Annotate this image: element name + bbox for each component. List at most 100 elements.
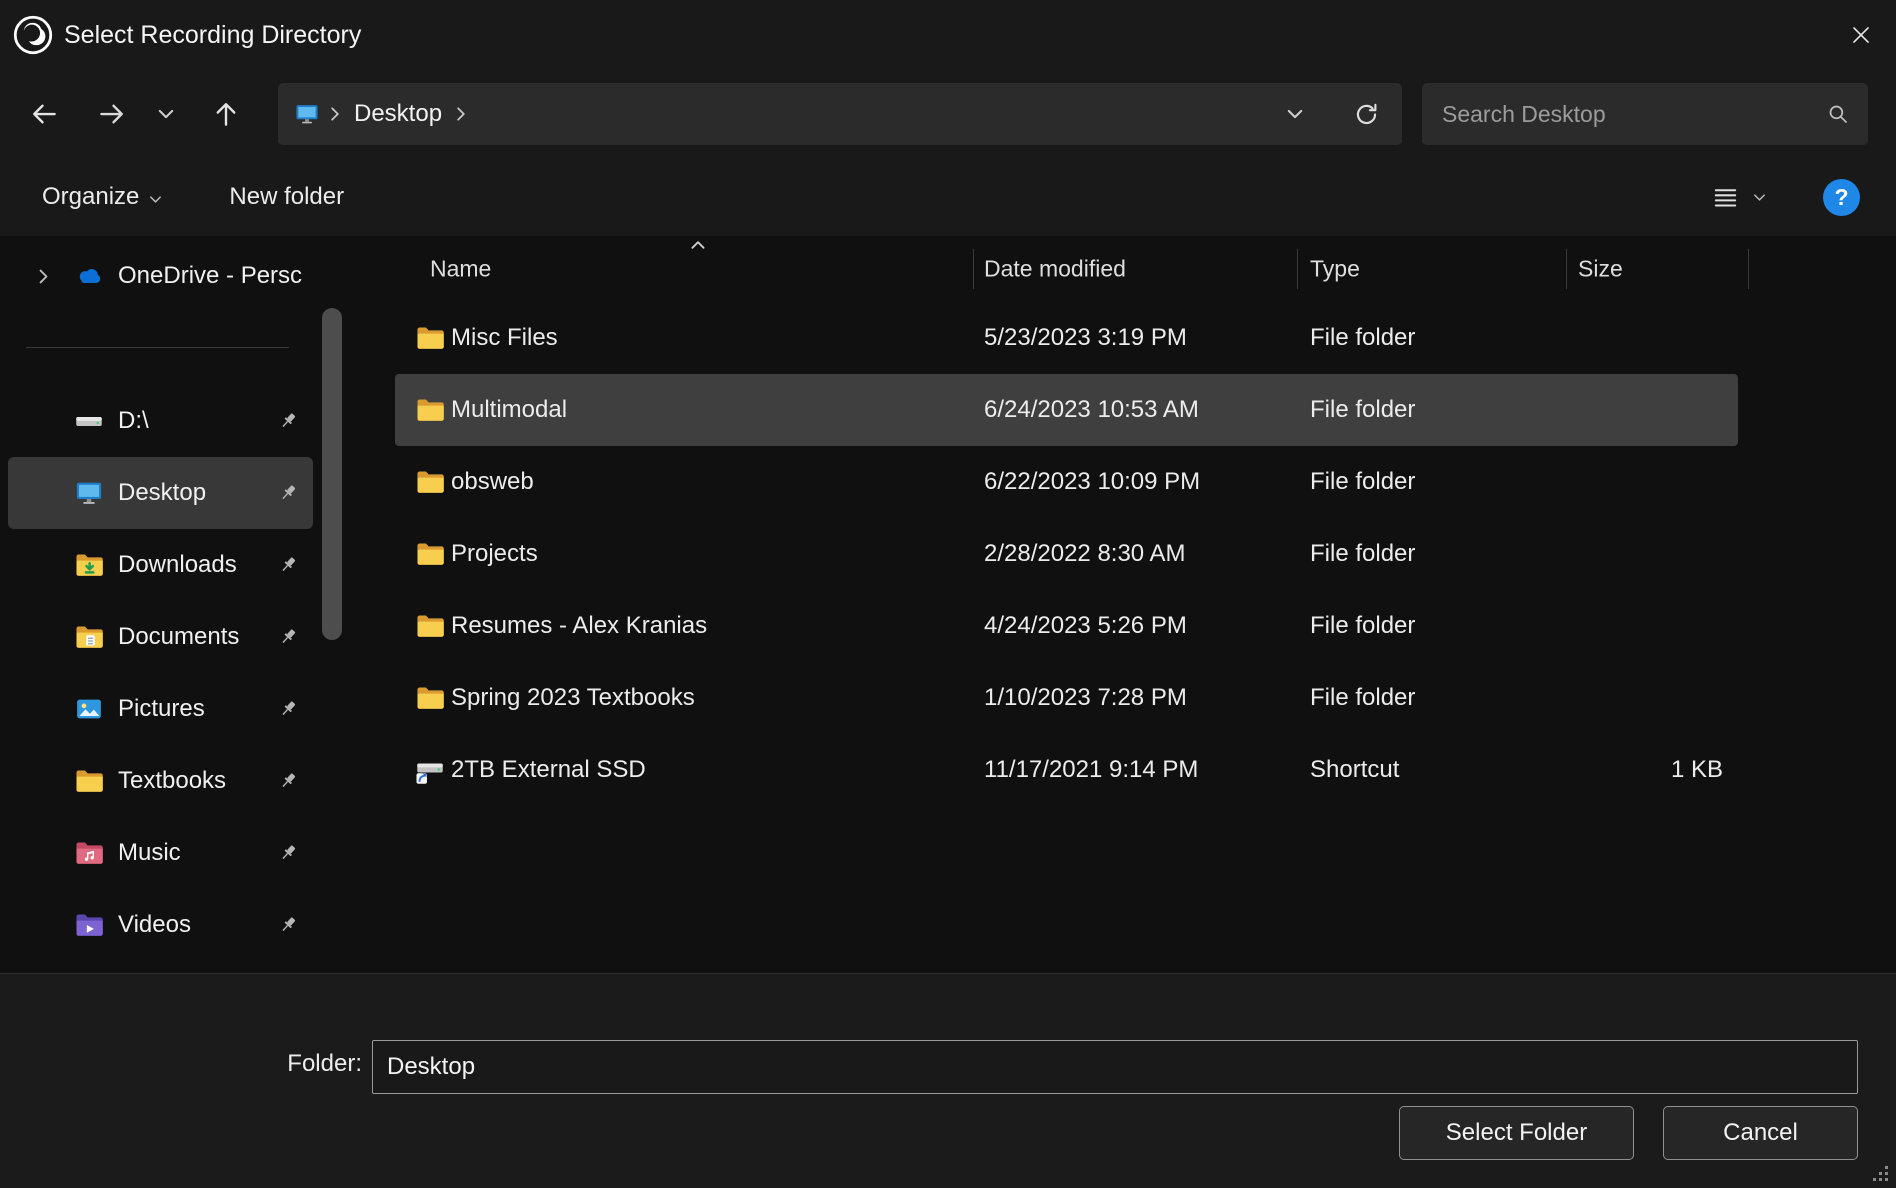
file-type: File folder xyxy=(1310,396,1415,424)
column-divider[interactable] xyxy=(1748,249,1749,289)
resize-grip[interactable] xyxy=(1871,1164,1891,1184)
drive-shortcut-icon xyxy=(415,755,445,785)
file-row-obsweb[interactable]: obsweb 6/22/2023 10:09 PM File folder xyxy=(395,446,1738,518)
column-header-type[interactable]: Type xyxy=(1310,256,1360,283)
recent-locations-button[interactable] xyxy=(148,86,184,142)
file-row-projects[interactable]: Projects 2/28/2022 8:30 AM File folder xyxy=(395,518,1738,590)
dialog-footer: Folder: Select Folder Cancel xyxy=(0,973,1896,1188)
dialog-content: OneDrive - Persc D:\ Desktop Downloads xyxy=(0,236,1896,973)
file-rows: Misc Files 5/23/2023 3:19 PM File folder… xyxy=(395,302,1738,806)
pin-icon[interactable] xyxy=(277,698,299,720)
column-divider[interactable] xyxy=(973,249,974,289)
pin-icon[interactable] xyxy=(277,626,299,648)
file-date-modified: 11/17/2021 9:14 PM xyxy=(984,756,1198,784)
search-icon[interactable] xyxy=(1826,102,1850,126)
toolbar-right-group: ? xyxy=(1711,179,1860,216)
column-header-date-modified[interactable]: Date modified xyxy=(984,256,1126,283)
pin-icon[interactable] xyxy=(277,482,299,504)
drive-icon xyxy=(74,406,104,436)
refresh-icon xyxy=(1353,101,1380,128)
cancel-button[interactable]: Cancel xyxy=(1663,1106,1858,1160)
pin-icon[interactable] xyxy=(277,842,299,864)
breadcrumb-desktop[interactable]: Desktop xyxy=(350,100,446,128)
sidebar-separator xyxy=(26,347,289,348)
sidebar-item-onedrive[interactable]: OneDrive - Persc xyxy=(8,240,313,312)
file-name: Misc Files xyxy=(451,324,558,352)
up-button[interactable] xyxy=(198,86,254,142)
command-toolbar: Organize New folder ? xyxy=(0,158,1896,236)
address-bar[interactable]: Desktop xyxy=(278,83,1402,145)
sidebar-item-d-drive[interactable]: D:\ xyxy=(8,385,313,457)
pin-icon[interactable] xyxy=(277,914,299,936)
column-header-name[interactable]: Name xyxy=(430,256,491,283)
sidebar-item-label: Downloads xyxy=(118,551,237,579)
sidebar-scrollbar[interactable] xyxy=(322,308,342,640)
navigation-pane: OneDrive - Persc D:\ Desktop Downloads xyxy=(0,236,359,973)
column-header-size[interactable]: Size xyxy=(1578,256,1623,283)
desktop-icon xyxy=(74,478,104,508)
sidebar-item-label: Videos xyxy=(118,911,191,939)
file-type: File folder xyxy=(1310,540,1415,568)
sidebar-item-label: Documents xyxy=(118,623,239,651)
chevron-down-icon xyxy=(1752,190,1767,205)
help-button[interactable]: ? xyxy=(1823,179,1860,216)
chevron-right-icon[interactable] xyxy=(452,105,470,123)
sidebar-item-downloads[interactable]: Downloads xyxy=(8,529,313,601)
file-date-modified: 5/23/2023 3:19 PM xyxy=(984,324,1187,352)
file-row-spring-2023-textbooks[interactable]: Spring 2023 Textbooks 1/10/2023 7:28 PM … xyxy=(395,662,1738,734)
folder-icon xyxy=(415,395,445,425)
file-row-misc-files[interactable]: Misc Files 5/23/2023 3:19 PM File folder xyxy=(395,302,1738,374)
back-button[interactable] xyxy=(16,86,72,142)
organize-button[interactable]: Organize xyxy=(42,183,163,211)
chevron-right-icon xyxy=(326,105,344,123)
navigation-bar: Desktop xyxy=(0,70,1896,158)
column-divider[interactable] xyxy=(1297,249,1298,289)
new-folder-button[interactable]: New folder xyxy=(229,183,344,211)
select-folder-button[interactable]: Select Folder xyxy=(1399,1106,1634,1160)
sidebar-item-label: D:\ xyxy=(118,407,149,435)
sidebar-item-label: Pictures xyxy=(118,695,205,723)
file-row-multimodal[interactable]: Multimodal 6/24/2023 10:53 AM File folde… xyxy=(395,374,1738,446)
sidebar-item-pictures[interactable]: Pictures xyxy=(8,673,313,745)
sidebar-item-textbooks[interactable]: Textbooks xyxy=(8,745,313,817)
sidebar-item-documents[interactable]: Documents xyxy=(8,601,313,673)
sidebar-item-label: Desktop xyxy=(118,479,206,507)
column-header-row: Name Date modified Type Size xyxy=(359,236,1896,302)
file-row-2tb-external-ssd[interactable]: 2TB External SSD 11/17/2021 9:14 PM Shor… xyxy=(395,734,1738,806)
address-dropdown-chevron[interactable] xyxy=(1285,104,1305,124)
view-mode-button[interactable] xyxy=(1711,183,1740,212)
file-type: File folder xyxy=(1310,684,1415,712)
chevron-down-icon xyxy=(156,104,176,124)
folder-icon xyxy=(415,683,445,713)
sidebar-item-desktop[interactable]: Desktop xyxy=(8,457,313,529)
folder-name-input[interactable] xyxy=(372,1040,1858,1094)
view-options-chevron[interactable] xyxy=(1752,190,1767,205)
forward-arrow-icon xyxy=(97,99,127,129)
file-date-modified: 6/22/2023 10:09 PM xyxy=(984,468,1200,496)
location-desktop-icon xyxy=(294,101,320,127)
downloads-folder-icon xyxy=(74,550,104,580)
file-size: 1 KB xyxy=(1671,756,1723,784)
forward-button[interactable] xyxy=(84,86,140,142)
pin-icon[interactable] xyxy=(277,410,299,432)
file-row-resumes[interactable]: Resumes - Alex Kranias 4/24/2023 5:26 PM… xyxy=(395,590,1738,662)
sidebar-item-videos[interactable]: Videos xyxy=(8,889,313,961)
up-arrow-icon xyxy=(211,99,241,129)
select-recording-directory-dialog: Select Recording Directory Desktop Organ… xyxy=(0,0,1896,1188)
pin-icon[interactable] xyxy=(277,554,299,576)
file-name: 2TB External SSD xyxy=(451,756,646,784)
file-name: Multimodal xyxy=(451,396,567,424)
column-divider[interactable] xyxy=(1566,249,1567,289)
file-name: Spring 2023 Textbooks xyxy=(451,684,695,712)
folder-label: Folder: xyxy=(252,1050,362,1078)
details-view-icon xyxy=(1711,183,1740,212)
sidebar-item-music[interactable]: Music xyxy=(8,817,313,889)
pin-icon[interactable] xyxy=(277,770,299,792)
refresh-button[interactable] xyxy=(1353,101,1380,128)
search-input[interactable] xyxy=(1440,100,1826,129)
expand-chevron-icon[interactable] xyxy=(34,267,74,286)
close-button[interactable] xyxy=(1826,0,1896,70)
search-box[interactable] xyxy=(1422,83,1868,145)
onedrive-icon xyxy=(74,261,104,291)
documents-folder-icon xyxy=(74,622,104,652)
